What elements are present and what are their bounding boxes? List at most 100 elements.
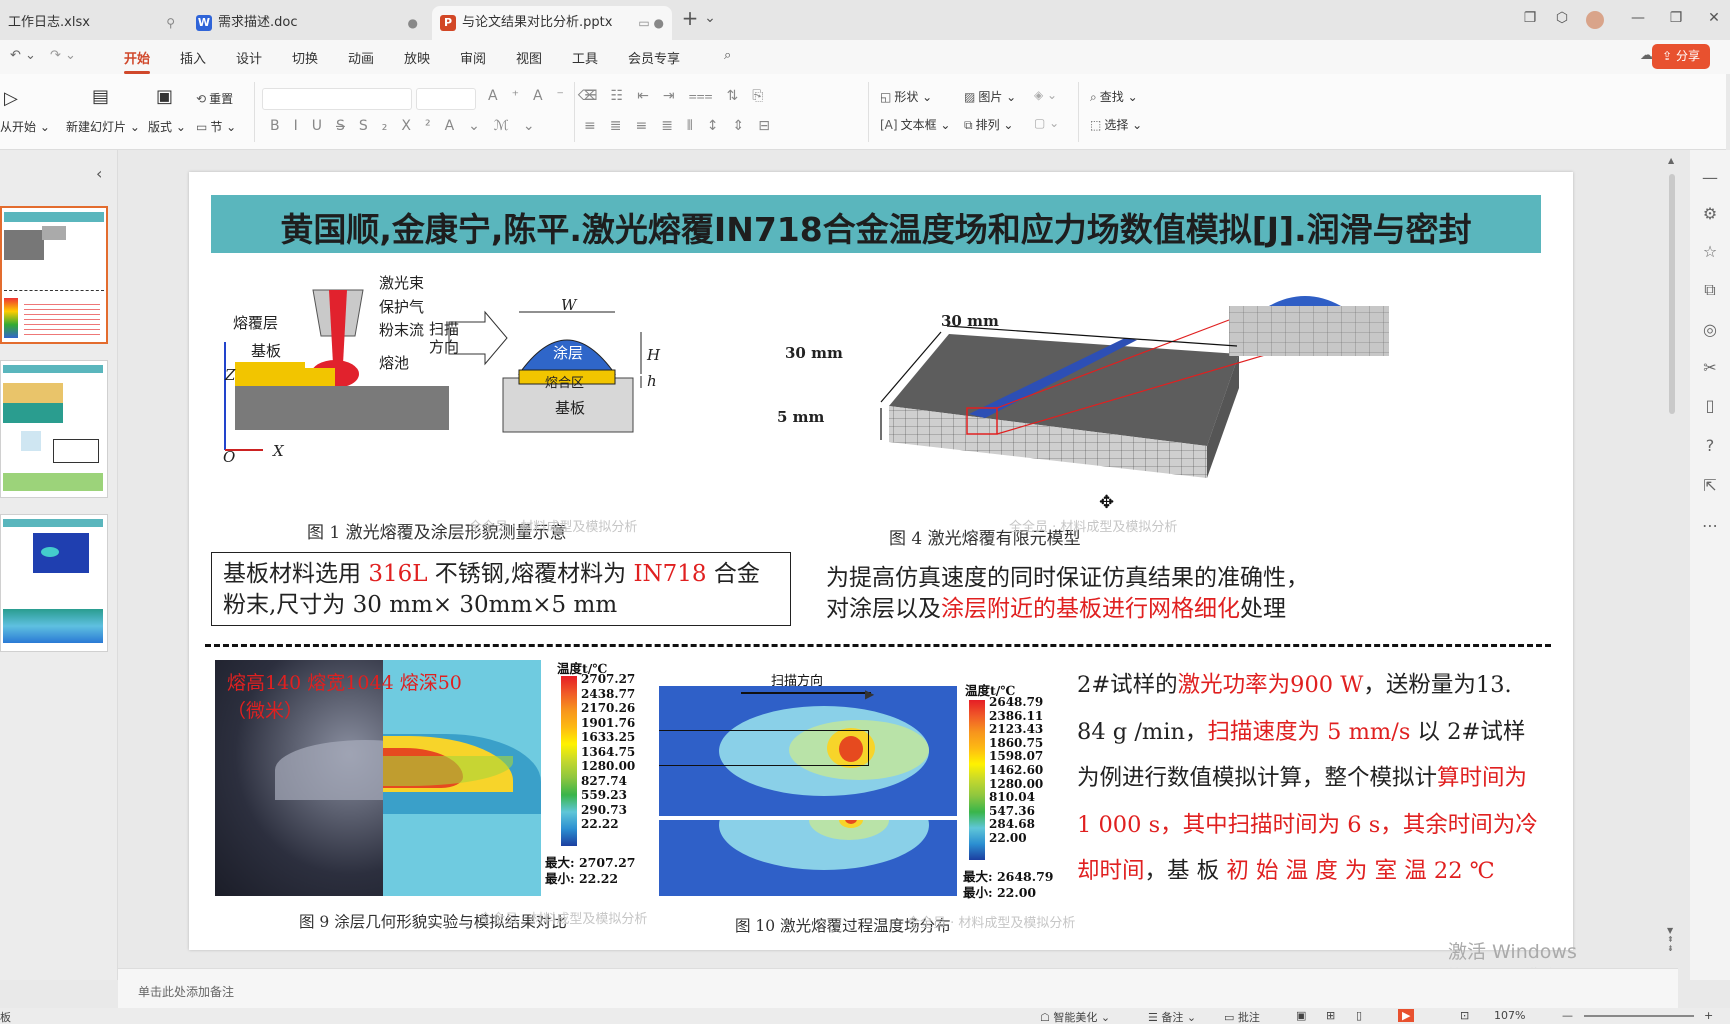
fill-icon[interactable]: ◈ ⌄: [1034, 88, 1057, 102]
new-tab-icon[interactable]: +: [680, 6, 700, 30]
fig1-label-base: 基板: [555, 399, 586, 417]
label: 节: [210, 120, 223, 134]
fig9-colorbar: [561, 676, 577, 846]
tab-requirements[interactable]: W 需求描述.doc ●: [188, 6, 428, 40]
play-icon[interactable]: ▷: [4, 88, 18, 109]
notes-pane[interactable]: 单击此处添加备注: [118, 968, 1678, 1008]
tab-presentation[interactable]: P 与论文结果对比分析.pptx ▭ ●: [432, 6, 672, 40]
unsaved-dot-icon[interactable]: ●: [408, 6, 418, 40]
legend-value: 810.04: [989, 790, 1035, 805]
vertical-scrollbar[interactable]: ▲ ▼ ⇞ ⇟: [1664, 156, 1680, 966]
process-paragraph[interactable]: 2#试样的激光功率为900 W，送粉量为13. 84 g /min，扫描速度为 …: [1077, 662, 1547, 895]
menu-home[interactable]: 开始: [124, 48, 151, 74]
properties-icon[interactable]: ⚙: [1700, 204, 1720, 223]
menu-view[interactable]: 视图: [516, 48, 542, 67]
slide-thumbnail-3[interactable]: [0, 514, 108, 652]
share-button[interactable]: ⇪ 分享: [1652, 44, 1710, 69]
label: 排列: [975, 118, 1000, 132]
play-slideshow-icon[interactable]: ▶: [1398, 1009, 1415, 1022]
slide[interactable]: 黄国顺,金康宁,陈平.激光熔覆IN718合金温度场和应力场数值模拟[J].润滑与…: [189, 172, 1573, 950]
reset-button[interactable]: ⟲ 重置: [196, 90, 233, 107]
more-icon[interactable]: ⋯: [1700, 516, 1720, 535]
cube-icon[interactable]: ⬡: [1552, 10, 1572, 26]
menu-review[interactable]: 审阅: [460, 48, 486, 67]
new-slide-button[interactable]: 新建幻灯片 ⌄: [66, 118, 140, 135]
chevron-down-icon[interactable]: ⌄: [700, 10, 720, 26]
mesh-refine-textbox[interactable]: 为提高仿真速度的同时保证仿真结果的准确性， 对涂层以及涂层附近的基板进行网格细化…: [826, 563, 1309, 625]
zoom-level[interactable]: 107%: [1494, 1009, 1525, 1022]
picture-button[interactable]: ▨ 图片 ⌄: [964, 88, 1016, 105]
help-icon[interactable]: ?: [1700, 436, 1720, 455]
notes-button[interactable]: ☰ 备注 ⌄: [1148, 1009, 1196, 1024]
cloud-icon[interactable]: ☁: [1640, 48, 1653, 63]
tab-label: 工作日志.xlsx: [8, 15, 90, 30]
book-icon[interactable]: ▯: [1700, 396, 1720, 415]
slide-thumbnail-2[interactable]: [0, 360, 108, 498]
unsaved-dot-icon[interactable]: ▭ ●: [638, 6, 664, 40]
select-icon: ⬚: [1090, 118, 1102, 132]
notes-placeholder: 单击此处添加备注: [138, 985, 235, 999]
activate-line1: 激活 Windows: [1448, 941, 1577, 963]
window-layout-icon[interactable]: ❐: [1520, 10, 1540, 26]
avatar[interactable]: [1586, 11, 1604, 29]
search-icon[interactable]: ⌕: [724, 48, 731, 63]
pin-icon[interactable]: ⚲: [166, 6, 175, 40]
section-button[interactable]: ▭ 节 ⌄: [196, 118, 236, 135]
close-icon[interactable]: ✕: [1704, 10, 1724, 26]
scan-arrow: [741, 692, 871, 694]
normal-view-icon[interactable]: ▣: [1296, 1009, 1306, 1022]
find-button[interactable]: ⌕ 查找 ⌄: [1090, 88, 1138, 105]
font-size-select[interactable]: [416, 88, 476, 110]
menu-animation[interactable]: 动画: [348, 48, 374, 67]
outline-icon[interactable]: ▢ ⌄: [1034, 116, 1059, 130]
from-start-button[interactable]: 从开始 ⌄: [0, 118, 50, 135]
copy-icon[interactable]: ⧉: [1700, 280, 1720, 300]
minimize-pane-icon[interactable]: —: [1700, 168, 1720, 187]
zoom-in-icon[interactable]: +: [1704, 1009, 1713, 1022]
align-icons[interactable]: ≡≣≡≣⫴↕⇕⊟: [584, 118, 784, 134]
smart-beautify-button[interactable]: ☖ 智能美化 ⌄: [1040, 1009, 1110, 1024]
share-pane-icon[interactable]: ⇱: [1700, 476, 1720, 495]
legend-value: 1280.00: [581, 759, 636, 773]
star-icon[interactable]: ☆: [1700, 242, 1720, 261]
new-slide-icon: ▤: [92, 86, 110, 107]
zoom-out-icon[interactable]: —: [1562, 1009, 1573, 1022]
legend-value: 1598.07: [989, 749, 1044, 764]
status-left: 板: [0, 1011, 11, 1024]
shape-button[interactable]: ◱ 形状 ⌄: [880, 88, 932, 105]
reading-view-icon[interactable]: ▯: [1356, 1009, 1362, 1022]
collapse-panel-icon[interactable]: ‹: [96, 164, 102, 183]
fit-icon[interactable]: ⊡: [1460, 1009, 1469, 1022]
scroll-thumb[interactable]: [1669, 174, 1675, 414]
animation-icon[interactable]: ◎: [1700, 320, 1720, 339]
list-icons[interactable]: ☰☷⇤⇥⩶⇅⎘: [584, 88, 777, 104]
undo-icon[interactable]: ↶ ⌄: [10, 48, 36, 63]
comment-button[interactable]: ▭ 批注: [1224, 1009, 1260, 1024]
fig1-label-o: O: [223, 448, 236, 466]
legend-value: 2438.77: [581, 686, 636, 701]
text-format-icons[interactable]: BIUS̶S₂X²A⌄ℳ⌄: [270, 118, 549, 134]
grid-view-icon[interactable]: ⊞: [1326, 1009, 1335, 1022]
redo-icon[interactable]: ↷ ⌄: [50, 48, 76, 63]
right-toolbar: — ⚙ ☆ ⧉ ◎ ✂ ▯ ? ⇱ ⋯: [1690, 150, 1730, 980]
layout-button[interactable]: 版式 ⌄: [148, 118, 186, 135]
arrange-button[interactable]: ⧉ 排列 ⌄: [964, 116, 1013, 133]
menu-transition[interactable]: 切换: [292, 48, 318, 67]
minimize-icon[interactable]: —: [1628, 10, 1648, 26]
tab-worklog[interactable]: 工作日志.xlsx ⚲: [0, 6, 185, 40]
restore-icon[interactable]: ❐: [1666, 10, 1686, 26]
menu-slideshow[interactable]: 放映: [404, 48, 430, 67]
menu-insert[interactable]: 插入: [180, 48, 206, 67]
textbox-button[interactable]: [A] 文本框 ⌄: [880, 116, 950, 133]
font-family-select[interactable]: [262, 88, 412, 110]
slide-thumbnail-1[interactable]: [0, 206, 108, 344]
tab-label: 与论文结果对比分析.pptx: [462, 15, 613, 30]
legend-value: 827.74: [581, 773, 627, 788]
select-button[interactable]: ⬚ 选择 ⌄: [1090, 116, 1142, 133]
menu-tools[interactable]: 工具: [572, 48, 598, 67]
menu-member[interactable]: 会员专享: [628, 48, 680, 67]
material-textbox[interactable]: 基板材料选用 316L 不锈钢,熔覆材料为 IN718 合金粉末,尺寸为 30 …: [211, 552, 791, 626]
menu-design[interactable]: 设计: [236, 48, 262, 67]
zoom-slider[interactable]: [1584, 1015, 1694, 1017]
tools-icon[interactable]: ✂: [1700, 358, 1720, 377]
